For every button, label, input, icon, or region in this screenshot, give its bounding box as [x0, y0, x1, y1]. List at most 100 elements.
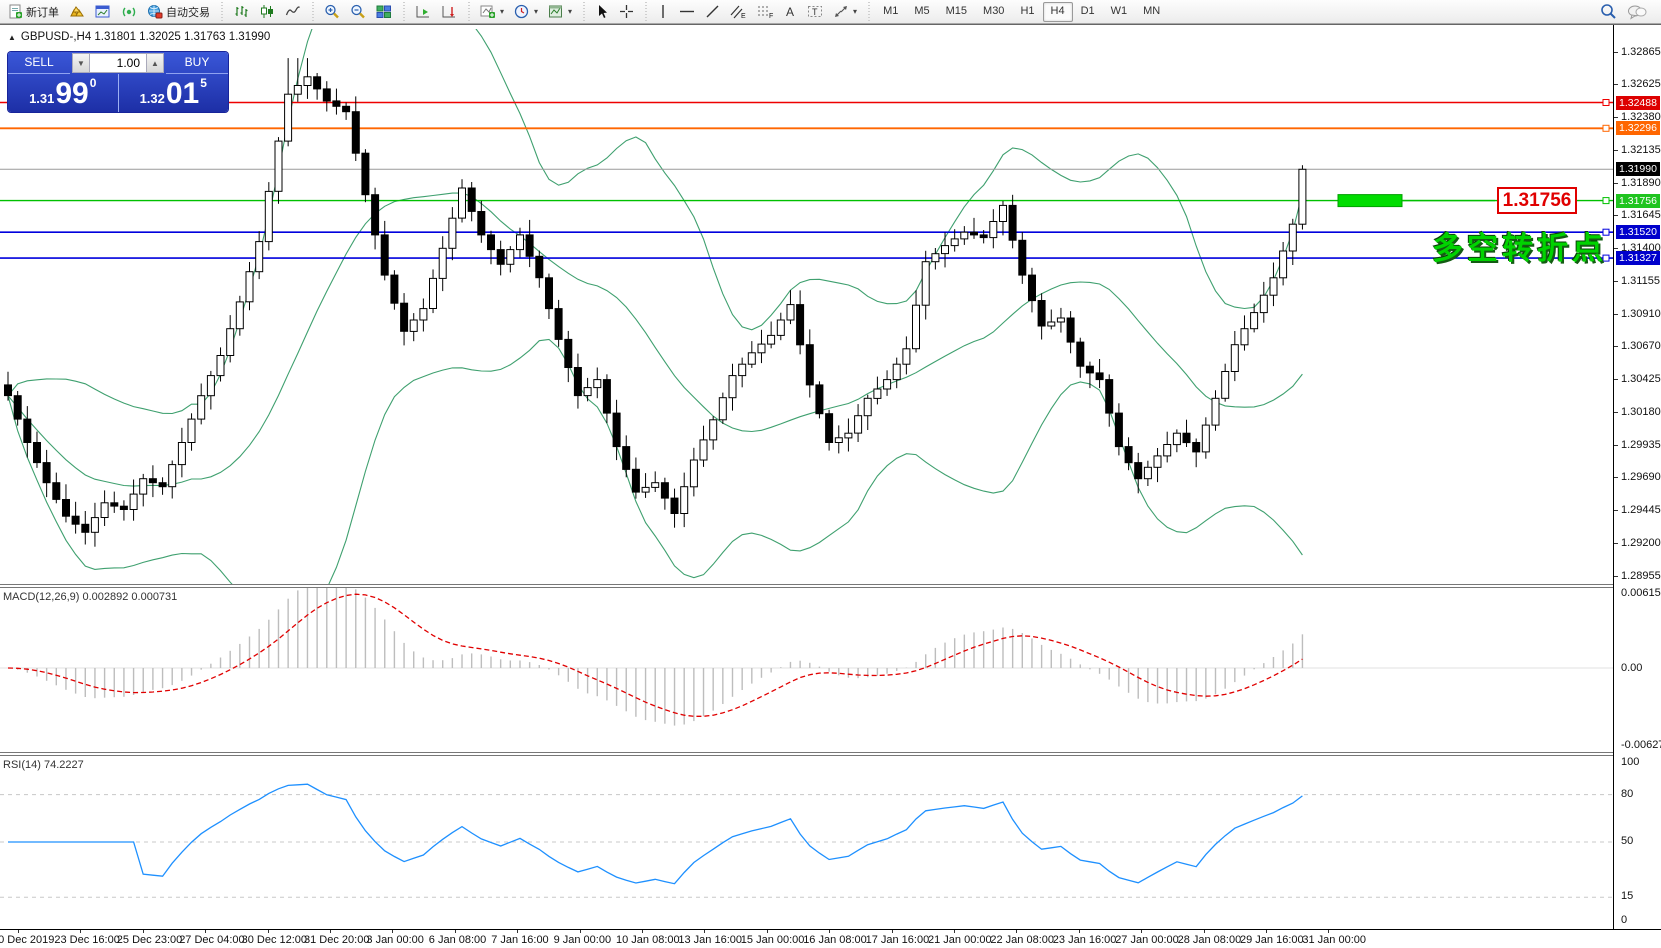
arrows-dropdown-caret[interactable]: ▾ [853, 7, 857, 16]
market-watch-button[interactable] [64, 1, 90, 23]
timeframe-button-h4[interactable]: H4 [1043, 2, 1073, 22]
timeframe-button-w1[interactable]: W1 [1103, 2, 1136, 22]
vertical-line-button[interactable] [652, 1, 674, 23]
price-callout-box[interactable]: 1.31756 [1497, 187, 1577, 214]
price-tickmark [1614, 477, 1618, 478]
autotrading-button[interactable]: 自动交易 [142, 1, 215, 23]
auto-scroll-button[interactable] [410, 1, 436, 23]
price-tickmark [1614, 150, 1618, 151]
label-button[interactable]: T [802, 1, 828, 23]
candlestick-chart-button[interactable] [254, 1, 280, 23]
svg-text:E: E [741, 13, 746, 19]
bar-chart-icon [233, 4, 249, 19]
chinese-annotation[interactable]: 多空转折点 [1432, 223, 1607, 268]
price-tick-label: 1.32865 [1621, 46, 1661, 58]
svg-text:T: T [812, 7, 818, 17]
time-label: 29 Jan 16:00 [1240, 934, 1304, 946]
text-icon: A [784, 4, 797, 19]
signal-icon [121, 4, 137, 19]
buy-button[interactable]: BUY [166, 52, 228, 74]
toolbar-separator [866, 2, 871, 22]
search-icon[interactable] [1600, 3, 1617, 20]
line-chart-button[interactable] [280, 1, 306, 23]
time-tickmark [205, 930, 206, 933]
main-chart-plot[interactable] [0, 29, 1613, 584]
text-button[interactable]: A [779, 1, 802, 23]
signals-button[interactable] [116, 1, 142, 23]
timeframe-button-mn[interactable]: MN [1135, 2, 1168, 22]
time-label: 6 Jan 08:00 [429, 934, 487, 946]
arrows-icon [833, 4, 849, 19]
time-label: 23 Dec 16:00 [54, 934, 119, 946]
time-label: 16 Jan 08:00 [803, 934, 867, 946]
collapse-triangle-icon[interactable]: ▲ [8, 33, 16, 42]
time-label: 17 Jan 16:00 [866, 934, 930, 946]
timeframe-button-d1[interactable]: D1 [1073, 2, 1103, 22]
time-tickmark [330, 930, 331, 933]
time-label: 13 Jan 16:00 [678, 934, 742, 946]
arrows-button[interactable]: ▾ [828, 1, 862, 23]
timeframe-button-m15[interactable]: M15 [938, 2, 975, 22]
timeframe-button-h1[interactable]: H1 [1012, 2, 1042, 22]
trendline-button[interactable] [700, 1, 725, 23]
zoom-out-button[interactable] [345, 1, 371, 23]
price-level-label: 1.31520 [1616, 225, 1660, 239]
timeframe-button-m1[interactable]: M1 [875, 2, 906, 22]
templates-button[interactable]: ▾ [543, 1, 577, 23]
timeframe-button-m5[interactable]: M5 [906, 2, 937, 22]
time-tickmark [392, 930, 393, 933]
volume-down-button[interactable]: ▼ [72, 53, 90, 73]
indicators-button[interactable]: ▾ [475, 1, 509, 23]
volume-input[interactable]: 1.00 [90, 53, 146, 73]
toolbar-separator [401, 2, 406, 22]
periods-button[interactable]: ▾ [509, 1, 543, 23]
bar-chart-button[interactable] [228, 1, 254, 23]
time-axis[interactable]: 20 Dec 201923 Dec 16:0025 Dec 23:0027 De… [0, 929, 1661, 948]
indicators-dropdown-caret[interactable]: ▾ [500, 7, 504, 16]
toolbar-separator [643, 2, 648, 22]
new-order-button[interactable]: 新订单 [3, 1, 64, 23]
price-tick-label: 1.30910 [1621, 308, 1661, 320]
chart-shift-button[interactable] [436, 1, 462, 23]
periods-dropdown-caret[interactable]: ▾ [534, 7, 538, 16]
chat-icon[interactable] [1627, 4, 1647, 20]
equidistant-channel-button[interactable]: E [725, 1, 752, 23]
rsi-plot[interactable] [0, 756, 1613, 929]
horizontal-line-button[interactable] [674, 1, 700, 23]
zoom-in-button[interactable] [319, 1, 345, 23]
sell-price[interactable]: 1.31 99 0 [8, 74, 119, 112]
sell-button[interactable]: SELL [8, 52, 70, 74]
time-tickmark [580, 930, 581, 933]
cursor-button[interactable] [590, 1, 614, 23]
price-level-label: 1.31990 [1616, 162, 1660, 176]
time-tickmark [80, 930, 81, 933]
chart-title-text: GBPUSD-,H4 1.31801 1.32025 1.31763 1.319… [21, 31, 270, 43]
buy-price-small: 1.32 [140, 91, 165, 106]
line-chart-icon [285, 4, 301, 19]
price-tickmark [1614, 543, 1618, 544]
time-tickmark [1079, 930, 1080, 933]
template-icon [548, 4, 564, 19]
fibonacci-button[interactable]: F [752, 1, 779, 23]
price-tick-label: 1.30425 [1621, 373, 1661, 385]
price-axis[interactable]: 1.328651.326251.323801.321351.318901.316… [1613, 25, 1661, 948]
timeframe-button-m30[interactable]: M30 [975, 2, 1012, 22]
buy-price[interactable]: 1.32 01 5 [119, 74, 229, 112]
tile-windows-button[interactable] [371, 1, 397, 23]
new-order-label: 新订单 [26, 4, 59, 20]
price-tickmark [1614, 445, 1618, 446]
new-chart-button[interactable] [90, 1, 116, 23]
crosshair-button[interactable] [614, 1, 639, 23]
horizontal-line-icon [679, 4, 695, 19]
label-icon: T [807, 4, 823, 19]
templates-dropdown-caret[interactable]: ▾ [568, 7, 572, 16]
time-label: 27 Jan 00:00 [1115, 934, 1179, 946]
macd-plot[interactable] [0, 588, 1613, 753]
rsi-tick-label: 15 [1621, 890, 1633, 902]
autotrading-icon [147, 4, 163, 19]
volume-up-button[interactable]: ▲ [146, 53, 164, 73]
rsi-tick-label: 80 [1621, 788, 1633, 800]
channel-icon: E [730, 4, 747, 19]
timeframe-group: M1M5M15M30H1H4D1W1MN [872, 0, 1171, 24]
time-tickmark [954, 930, 955, 933]
